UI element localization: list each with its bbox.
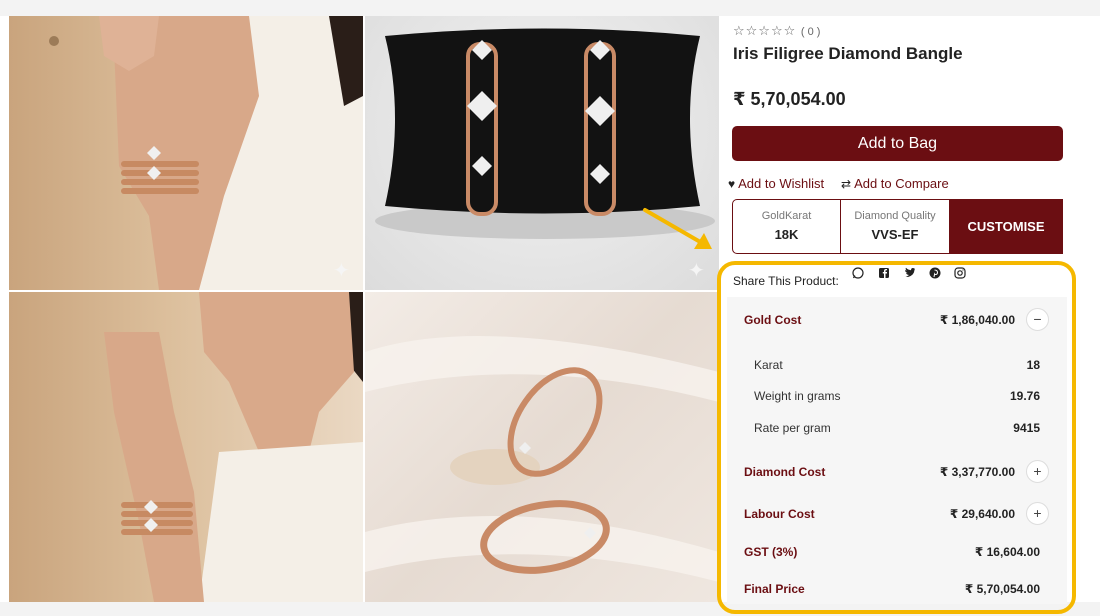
diamond-quality-value: VVS-EF bbox=[871, 227, 919, 242]
wishlist-label: Add to Wishlist bbox=[738, 176, 825, 191]
gold-karat-label: GoldKarat bbox=[761, 210, 812, 222]
gold-karat-value: 18K bbox=[774, 227, 799, 242]
gallery-image-model-profile[interactable] bbox=[9, 292, 363, 602]
gallery-image-silk[interactable] bbox=[365, 292, 719, 602]
diamond-quality-label: Diamond Quality bbox=[854, 210, 936, 222]
silk-illustration bbox=[365, 336, 719, 582]
sparkle-icon: ✦ bbox=[333, 260, 350, 282]
product-title: Iris Filigree Diamond Bangle bbox=[733, 44, 963, 63]
top-strip bbox=[0, 0, 1100, 16]
add-to-bag-button[interactable]: Add to Bag bbox=[732, 126, 1063, 161]
rating-stars-glyphs: ☆☆☆☆☆ bbox=[733, 23, 797, 38]
diamond-quality-option[interactable]: Diamond Quality VVS-EF bbox=[840, 199, 950, 254]
review-count: ( 0 ) bbox=[800, 26, 821, 38]
highlight-arrow bbox=[643, 208, 712, 249]
product-price: ₹ 5,70,054.00 bbox=[733, 89, 846, 109]
model-wrist-illustration bbox=[49, 16, 363, 290]
gallery-image-model-wrist[interactable]: ✦ bbox=[9, 16, 363, 290]
add-to-wishlist-link[interactable]: ♥ Add to Wishlist bbox=[728, 176, 824, 191]
highlight-box bbox=[717, 261, 1076, 614]
heart-icon: ♥ bbox=[728, 176, 736, 191]
add-to-compare-link[interactable]: ⇄ Add to Compare bbox=[841, 176, 949, 191]
gold-karat-option[interactable]: GoldKarat 18K bbox=[732, 199, 841, 254]
customise-button[interactable]: CUSTOMISE bbox=[949, 199, 1063, 254]
model-profile-illustration bbox=[104, 292, 363, 602]
sparkle-icon: ✦ bbox=[688, 260, 705, 282]
compare-label: Add to Compare bbox=[854, 176, 949, 191]
compare-arrows-icon: ⇄ bbox=[841, 176, 852, 191]
rating-stars[interactable]: ☆☆☆☆☆ ( 0 ) bbox=[733, 23, 820, 39]
